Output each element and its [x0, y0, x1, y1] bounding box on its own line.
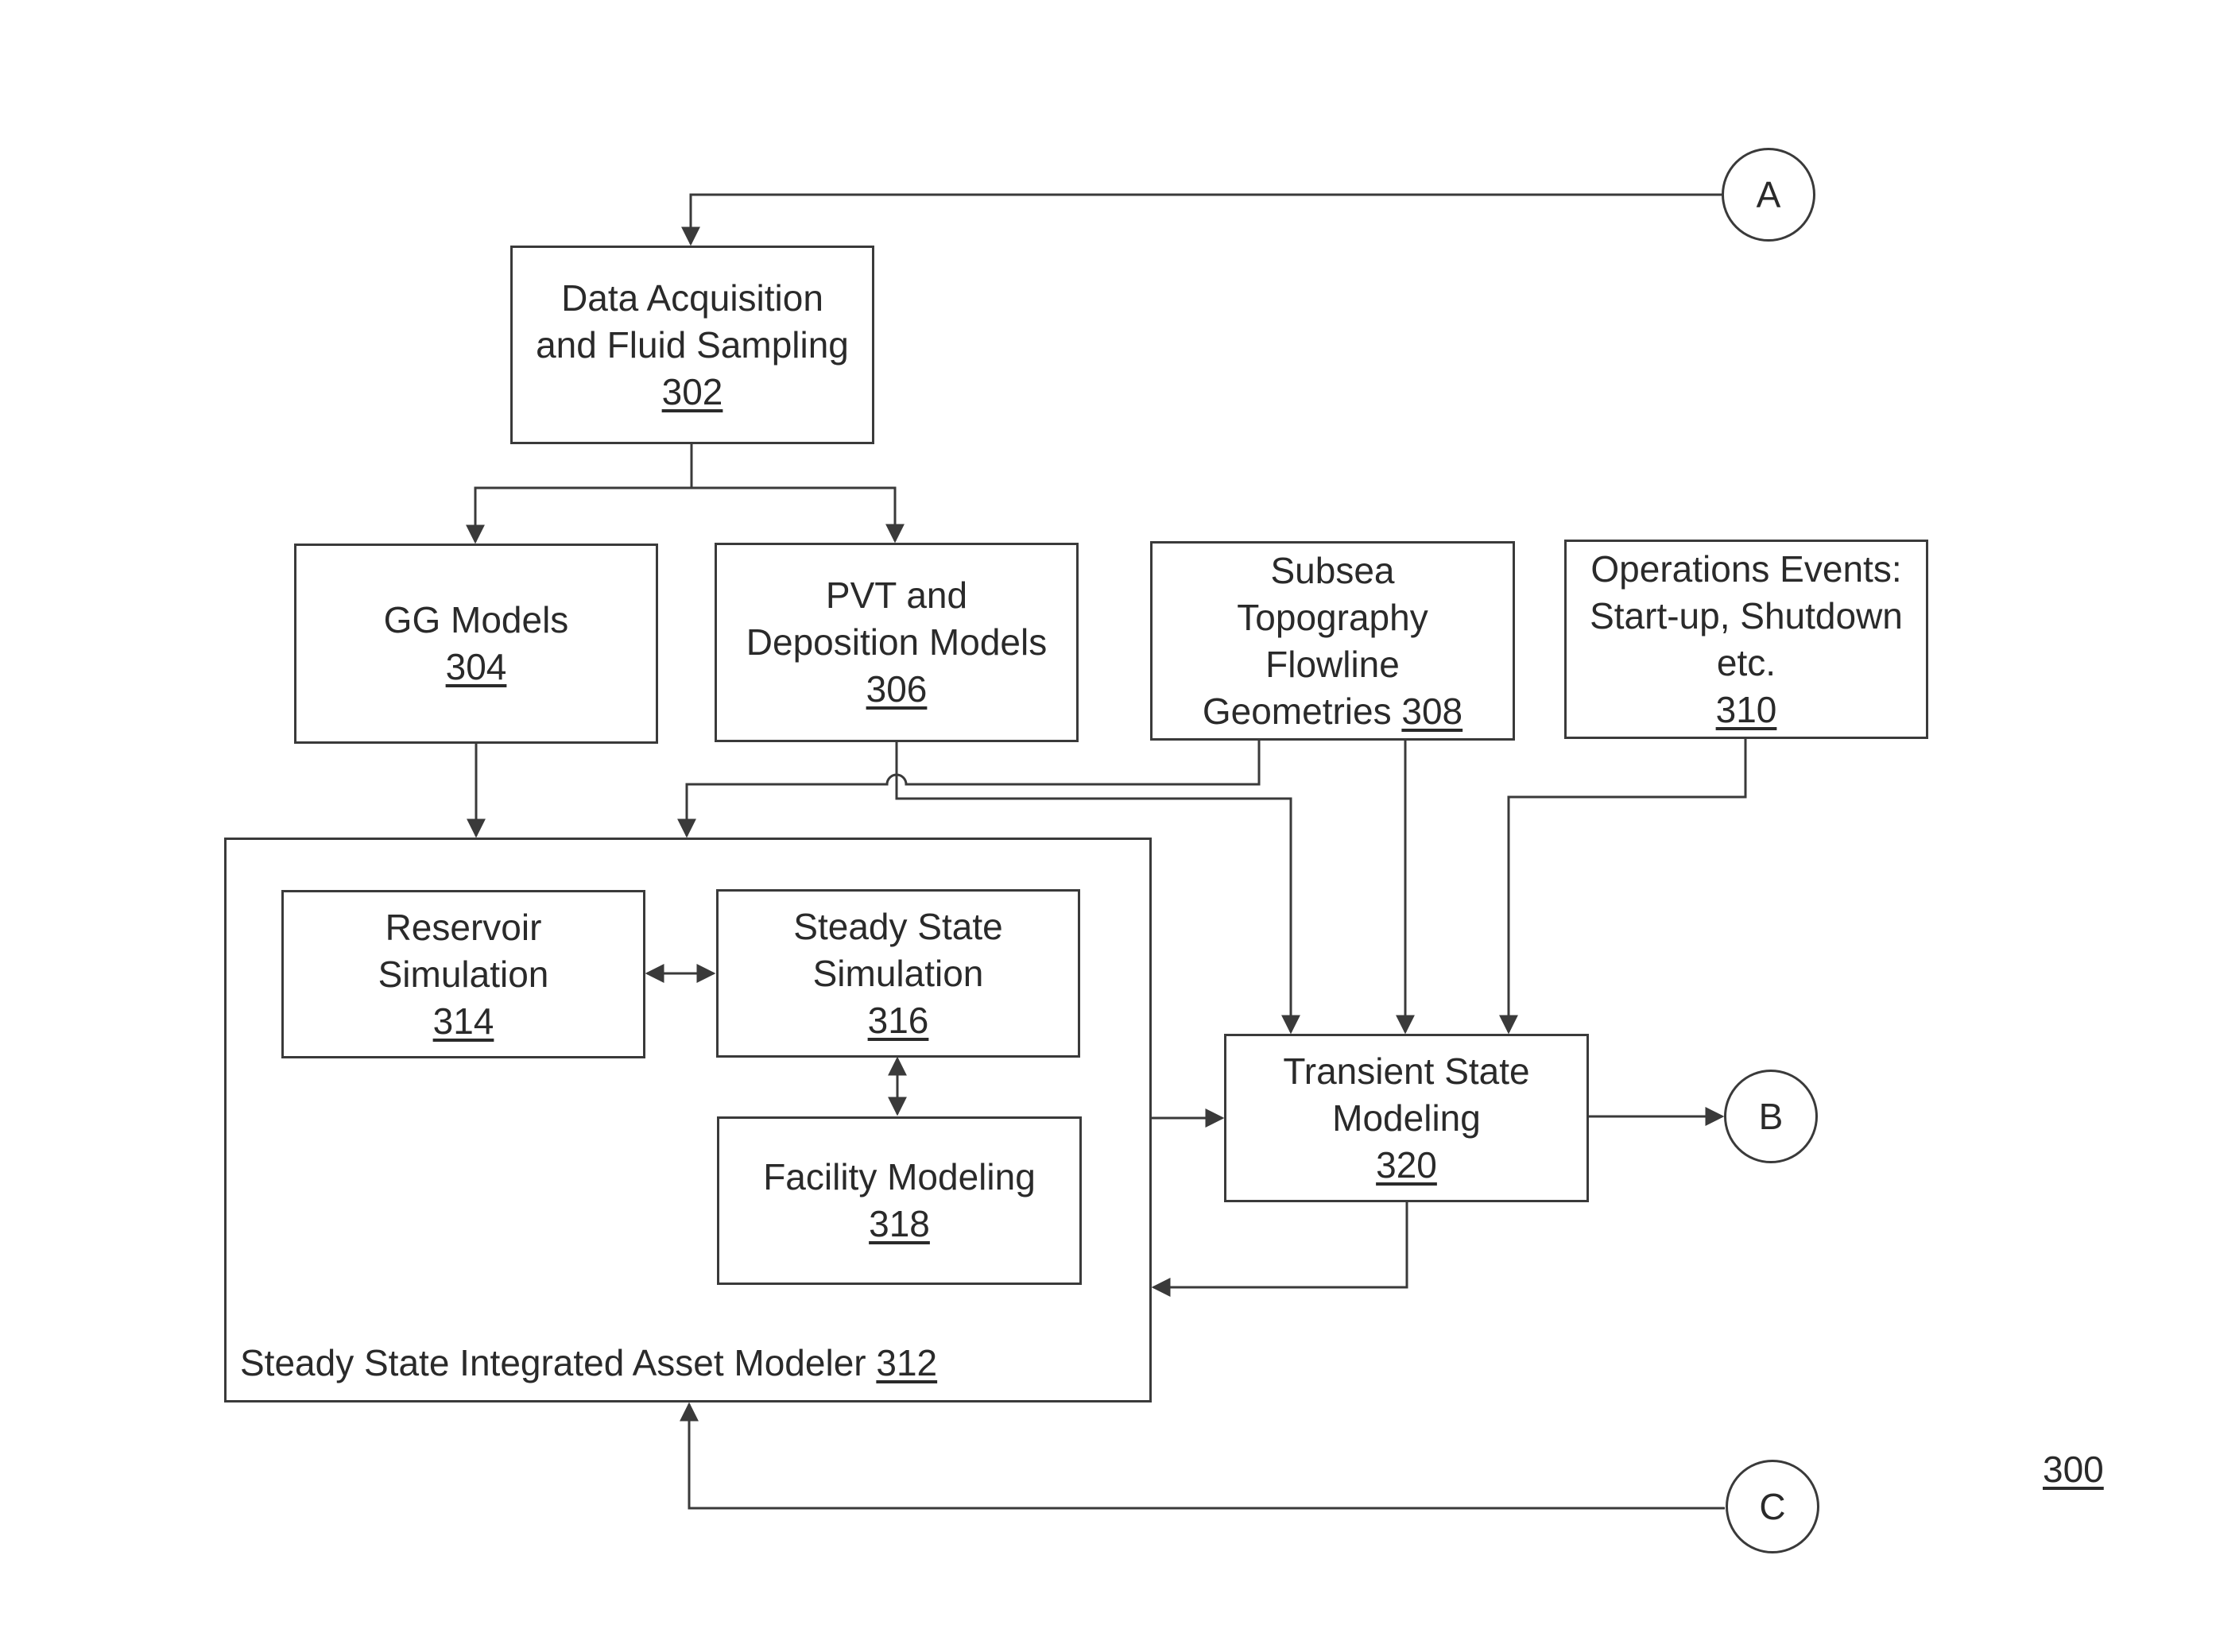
box-306-line-1: PVT and: [825, 575, 968, 616]
box-302-ref: 302: [661, 370, 723, 412]
box-operations-events: Operations Events: Start-up, Shutdown et…: [1564, 540, 1928, 739]
box-308-line-3: Flowline: [1265, 643, 1400, 685]
box-steady-state-simulation: Steady State Simulation 316: [716, 889, 1080, 1058]
box-318-ref: 318: [869, 1203, 930, 1244]
box-308-line-4-text: Geometries: [1202, 690, 1392, 732]
box-316-line-2: Simulation: [812, 952, 984, 994]
box-reservoir-simulation: Reservoir Simulation 314: [281, 890, 645, 1058]
box-gg-models: GG Models 304: [294, 544, 658, 744]
box-subsea-topography: Subsea Topography Flowline Geometries 30…: [1150, 541, 1515, 741]
box-320-line-1: Transient State: [1283, 1050, 1530, 1092]
box-308-line-1: Subsea: [1270, 549, 1395, 591]
figure-number: 300: [2043, 1449, 2104, 1490]
edge-320-to-312: [1151, 1201, 1408, 1297]
box-316-ref: 316: [867, 999, 929, 1041]
connector-a: A: [1722, 148, 1815, 242]
connector-b-label: B: [1758, 1096, 1784, 1137]
edge-c-to-312: [680, 1402, 1725, 1510]
box-302-line-2: and Fluid Sampling: [536, 323, 849, 366]
box-304-line-1: GG Models: [383, 599, 569, 640]
box-310-line-3: etc.: [1716, 641, 1776, 683]
box-314-line-1: Reservoir: [385, 906, 542, 948]
connector-c: C: [1726, 1460, 1819, 1553]
box-306-line-2: Deposition Models: [746, 621, 1048, 663]
box-308-line-2: Topography: [1237, 596, 1428, 638]
box-304-ref: 304: [445, 646, 507, 687]
box-308-ref: 308: [1401, 690, 1463, 732]
box-302-line-1: Data Acquisition: [561, 277, 823, 319]
box-320-line-2: Modeling: [1332, 1097, 1481, 1139]
connector-b: B: [1724, 1070, 1818, 1163]
edge-308-to-312: [677, 740, 1261, 838]
box-314-ref: 314: [432, 1000, 494, 1042]
edge-a-to-302: [681, 193, 1722, 246]
edge-310-to-320: [1499, 738, 1747, 1035]
box-310-ref: 310: [1715, 688, 1777, 730]
box-320-ref: 320: [1376, 1143, 1437, 1186]
box-310-line-2: Start-up, Shutdown: [1590, 594, 1903, 636]
box-316-line-1: Steady State: [793, 905, 1003, 947]
container-312-label: Steady State Integrated Asset Modeler 31…: [240, 1341, 937, 1384]
connector-a-label: A: [1756, 174, 1781, 215]
box-data-acquisition: Data Acquisition and Fluid Sampling 302: [510, 246, 874, 444]
connector-lines: [466, 193, 1747, 1510]
edge-302-to-304: [466, 486, 692, 544]
box-306-ref: 306: [866, 668, 928, 710]
box-310-line-1: Operations Events:: [1590, 547, 1902, 590]
box-314-line-2: Simulation: [378, 953, 549, 995]
box-facility-modeling: Facility Modeling 318: [717, 1116, 1082, 1285]
box-318-line-1: Facility Modeling: [763, 1156, 1036, 1197]
container-312-label-text: Steady State Integrated Asset Modeler: [240, 1342, 866, 1383]
connector-c-label: C: [1759, 1486, 1786, 1527]
box-transient-state-modeling: Transient State Modeling 320: [1224, 1034, 1589, 1202]
edge-302-to-306: [692, 486, 905, 544]
box-308-line-4: Geometries 308: [1203, 688, 1462, 735]
box-pvt-deposition-models: PVT and Deposition Models 306: [715, 543, 1079, 742]
container-312-ref: 312: [876, 1342, 938, 1383]
